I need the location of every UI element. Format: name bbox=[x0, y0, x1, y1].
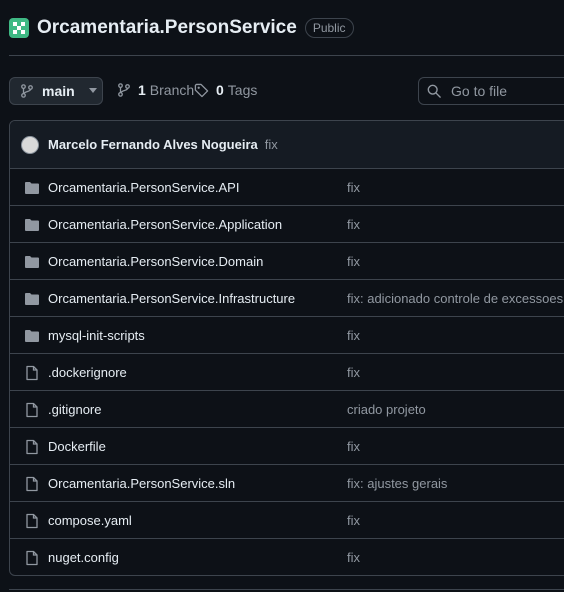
commit-message-link[interactable]: fix bbox=[347, 328, 360, 343]
folder-icon bbox=[24, 180, 40, 196]
branch-select-button[interactable]: main bbox=[9, 77, 103, 105]
file-name-link[interactable]: Orcamentaria.PersonService.sln bbox=[48, 476, 235, 491]
file-row[interactable]: Dockerfile fix bbox=[10, 428, 564, 465]
file-name-link[interactable]: nuget.config bbox=[48, 550, 119, 565]
commit-message-link[interactable]: fix bbox=[347, 513, 360, 528]
file-name-link[interactable]: Orcamentaria.PersonService.Application bbox=[48, 217, 282, 232]
tags-link[interactable]: 0 Tags bbox=[194, 82, 257, 98]
folder-icon bbox=[24, 328, 40, 344]
repo-header: Orcamentaria.PersonService Public bbox=[9, 12, 564, 44]
file-icon bbox=[24, 550, 40, 566]
folder-icon bbox=[24, 254, 40, 270]
file-row[interactable]: .gitignore criado projeto bbox=[10, 391, 564, 428]
search-icon bbox=[427, 84, 441, 98]
commit-message[interactable]: fix bbox=[265, 137, 278, 152]
latest-commit-bar: Marcelo Fernando Alves Nogueira fix bbox=[10, 121, 564, 169]
file-row[interactable]: Orcamentaria.PersonService.sln fix: ajust… bbox=[10, 465, 564, 502]
file-row[interactable]: .dockerignore fix bbox=[10, 354, 564, 391]
commit-message-link[interactable]: criado projeto bbox=[347, 402, 426, 417]
branch-label: Branch bbox=[149, 82, 195, 98]
file-name-link[interactable]: .dockerignore bbox=[48, 365, 127, 380]
chevron-down-icon bbox=[88, 88, 97, 93]
commit-message-link[interactable]: fix bbox=[347, 254, 360, 269]
file-row[interactable]: Orcamentaria.PersonService.Application fi… bbox=[10, 206, 564, 243]
commit-message-link[interactable]: fix bbox=[347, 180, 360, 195]
commit-message-link[interactable]: fix: adicionado controle de excessoes bbox=[347, 291, 563, 306]
file-row[interactable]: mysql-init-scripts fix bbox=[10, 317, 564, 354]
repo-avatar[interactable] bbox=[9, 18, 29, 38]
file-row[interactable]: compose.yaml fix bbox=[10, 502, 564, 539]
toolbar: main 1 Branch 0 Tags bbox=[9, 77, 564, 107]
file-row[interactable]: nuget.config fix bbox=[10, 539, 564, 575]
file-name-link[interactable]: compose.yaml bbox=[48, 513, 132, 528]
branch-name: main bbox=[42, 83, 75, 99]
file-name-link[interactable]: Dockerfile bbox=[48, 439, 106, 454]
go-to-file-search[interactable] bbox=[418, 77, 564, 105]
go-to-file-input[interactable] bbox=[449, 82, 564, 100]
file-icon bbox=[24, 365, 40, 381]
commit-message-link[interactable]: fix bbox=[347, 217, 360, 232]
repo-page: Orcamentaria.PersonService Public main 1… bbox=[0, 0, 564, 592]
file-name-link[interactable]: mysql-init-scripts bbox=[48, 328, 145, 343]
repo-name[interactable]: Orcamentaria.PersonService bbox=[37, 17, 297, 39]
file-row[interactable]: Orcamentaria.PersonService.API fix bbox=[10, 169, 564, 206]
bottom-divider bbox=[9, 589, 564, 590]
file-name-link[interactable]: Orcamentaria.PersonService.Infrastructur… bbox=[48, 291, 295, 306]
file-name-link[interactable]: Orcamentaria.PersonService.Domain bbox=[48, 254, 263, 269]
file-row[interactable]: Orcamentaria.PersonService.Domain fix bbox=[10, 243, 564, 280]
file-icon bbox=[24, 402, 40, 418]
commit-message-link[interactable]: fix bbox=[347, 550, 360, 565]
commit-message-link[interactable]: fix: ajustes gerais bbox=[347, 476, 447, 491]
git-branch-icon bbox=[118, 83, 130, 97]
file-name-link[interactable]: .gitignore bbox=[48, 402, 101, 417]
author-avatar[interactable] bbox=[21, 135, 39, 154]
branches-link[interactable]: 1 Branch bbox=[117, 82, 194, 98]
folder-icon bbox=[24, 217, 40, 233]
visibility-badge: Public bbox=[304, 18, 354, 38]
tag-icon bbox=[194, 83, 209, 97]
tag-label: Tags bbox=[227, 82, 258, 98]
header-divider bbox=[9, 55, 564, 56]
file-icon bbox=[24, 439, 40, 455]
branch-count: 1 bbox=[138, 82, 146, 98]
file-rows: Orcamentaria.PersonService.API fix Orcamen… bbox=[10, 169, 564, 575]
file-icon bbox=[24, 513, 40, 529]
commit-message-link[interactable]: fix bbox=[347, 439, 360, 454]
file-row[interactable]: Orcamentaria.PersonService.Infrastructur… bbox=[10, 280, 564, 317]
file-icon bbox=[24, 476, 40, 492]
repo-logo-icon bbox=[13, 22, 25, 34]
folder-icon bbox=[24, 291, 40, 307]
git-branch-icon bbox=[21, 84, 33, 98]
file-list: Marcelo Fernando Alves Nogueira fix Orca… bbox=[9, 120, 564, 576]
tag-count: 0 bbox=[216, 82, 224, 98]
commit-author[interactable]: Marcelo Fernando Alves Nogueira bbox=[48, 137, 258, 152]
commit-message-link[interactable]: fix bbox=[347, 365, 360, 380]
file-name-link[interactable]: Orcamentaria.PersonService.API bbox=[48, 180, 239, 195]
